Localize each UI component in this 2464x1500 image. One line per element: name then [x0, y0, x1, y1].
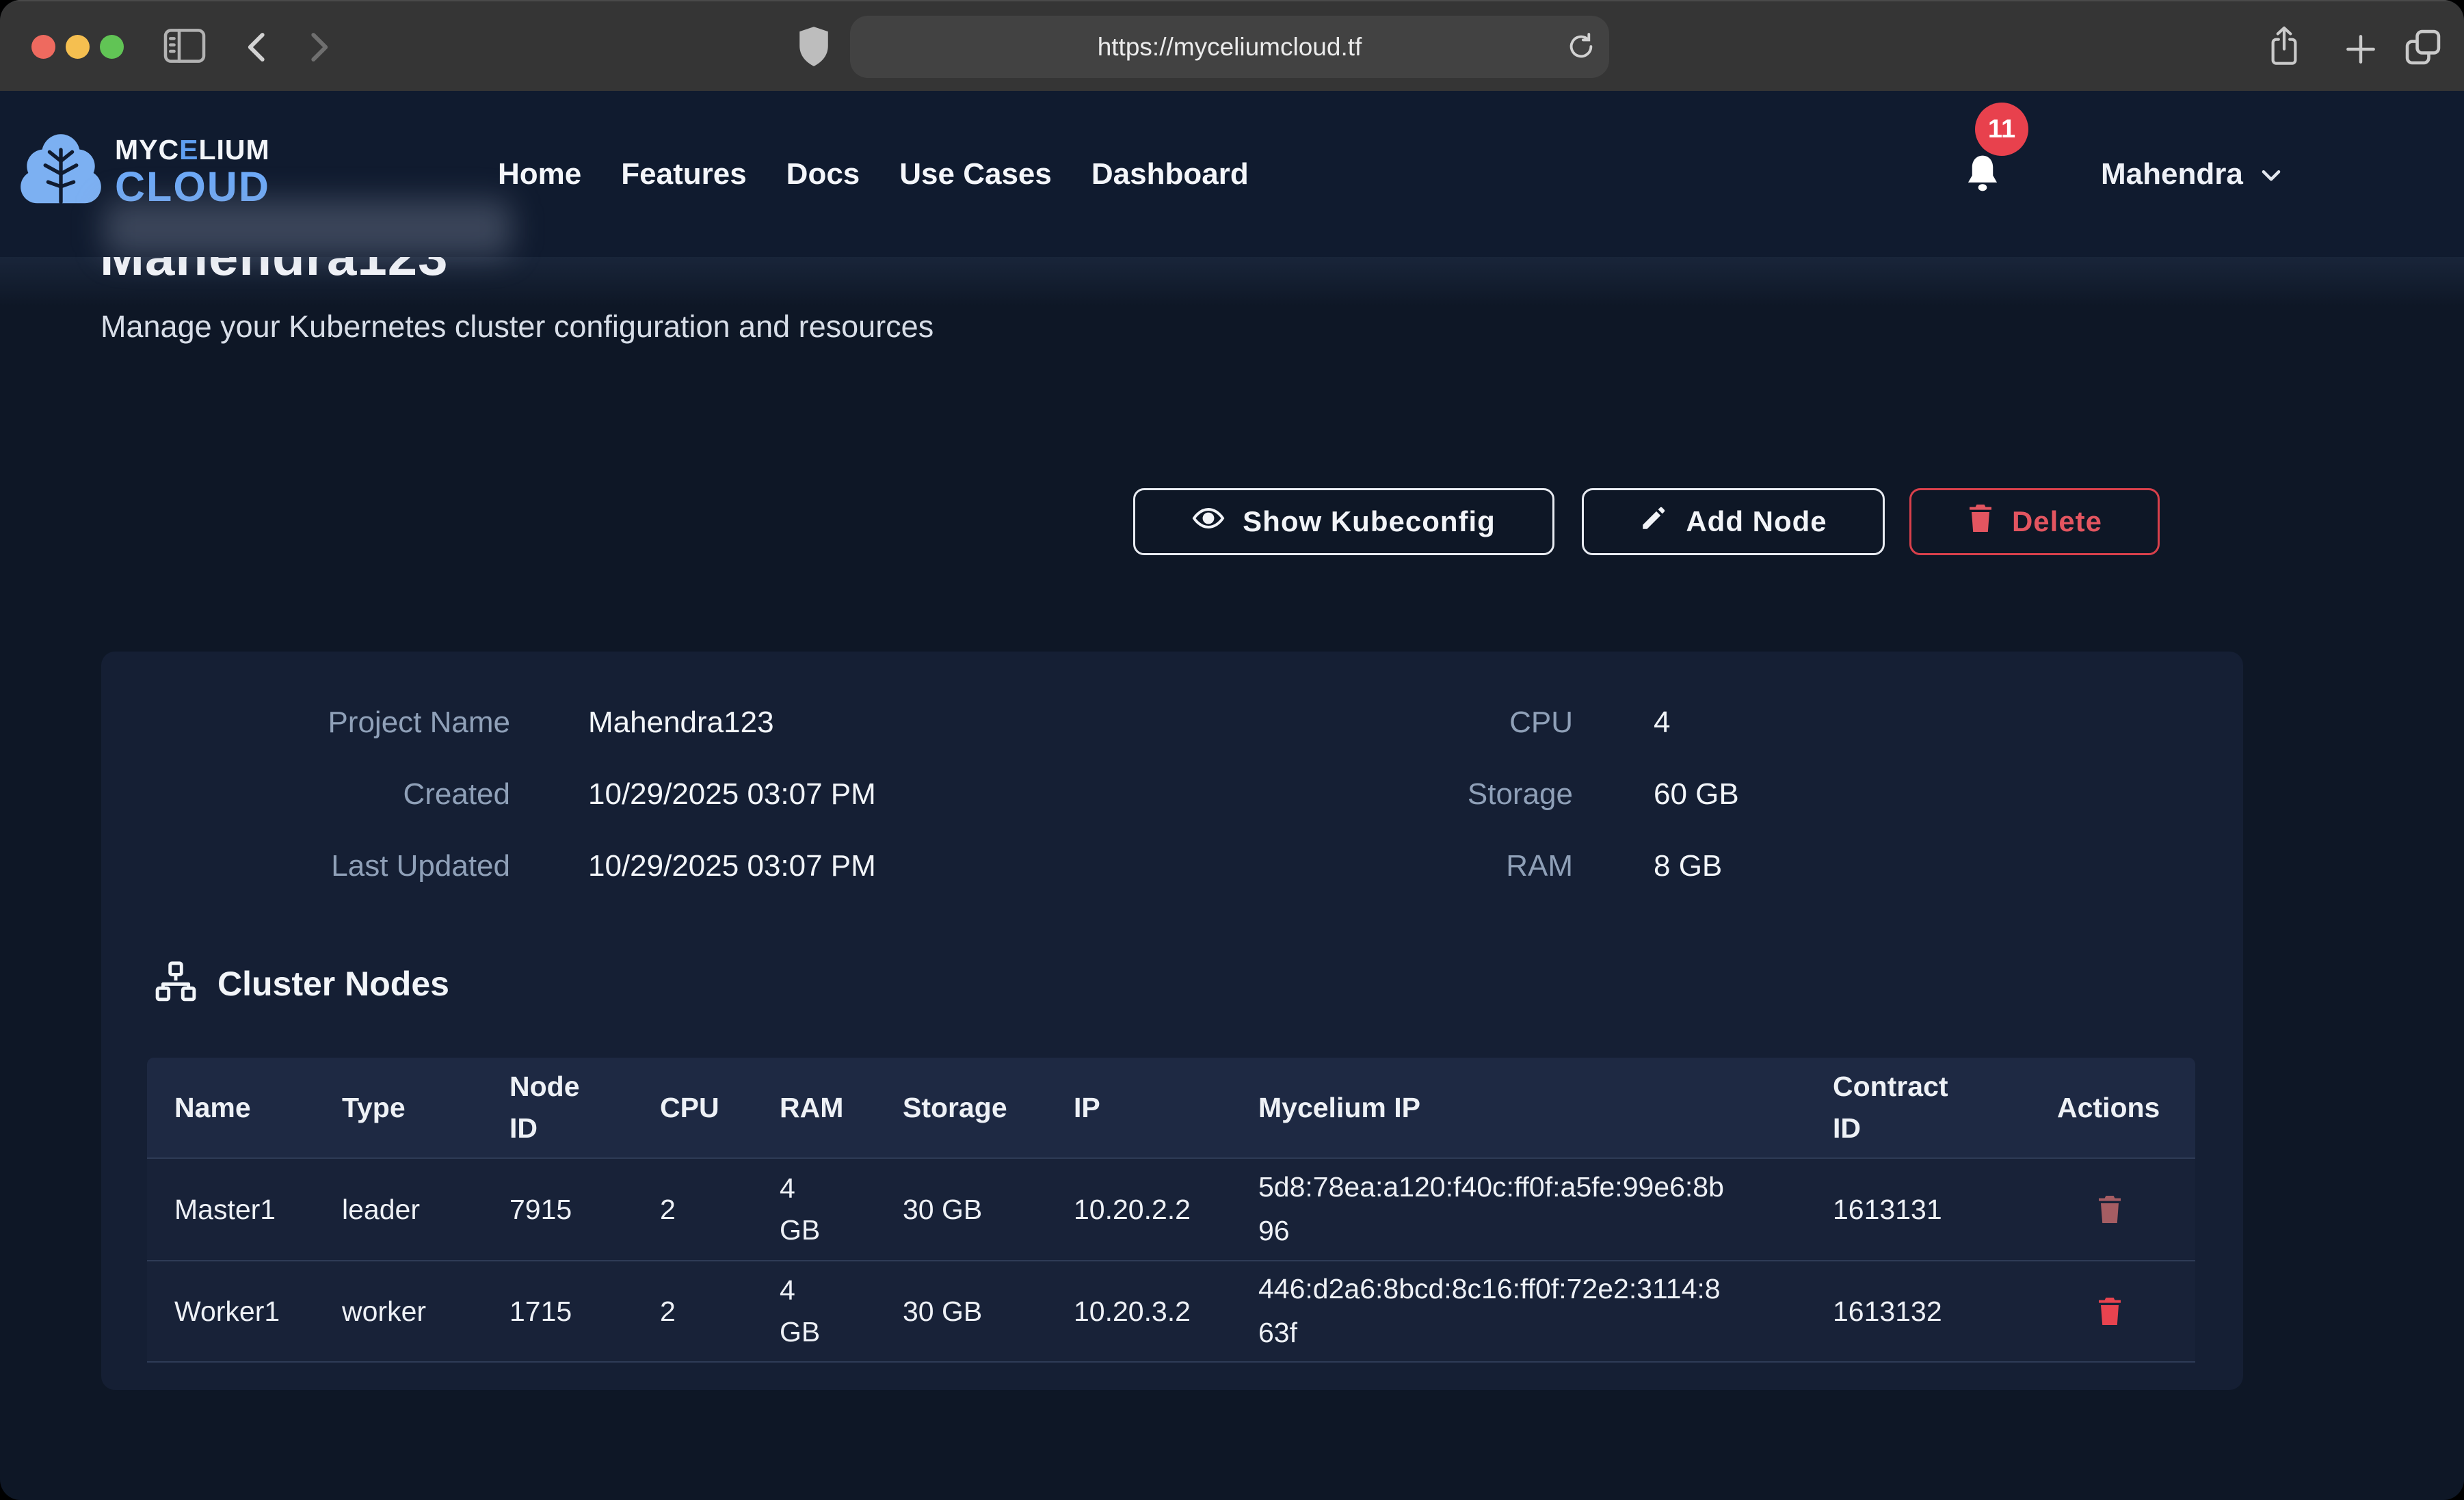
cell-mycelium-ip: 446:d2a6:8bcd:8c16:ff0f:72e2:3114:863f	[1231, 1268, 1805, 1354]
column-header-ip: IP	[1046, 1092, 1231, 1124]
cell-node-id: 7915	[482, 1194, 633, 1226]
cell-name: Worker1	[147, 1296, 315, 1328]
browser-toolbar: https://myceliumcloud.tf	[0, 0, 2464, 91]
reload-icon[interactable]	[1565, 31, 1597, 64]
logo-wordmark-line1: MYCELIUM	[115, 136, 270, 164]
sidebar-toggle-icon[interactable]	[163, 27, 207, 66]
chevron-down-icon	[2258, 162, 2284, 190]
cell-name: Master1	[147, 1194, 315, 1226]
detail-value: 10/29/2025 03:07 PM	[588, 848, 876, 885]
show-kubeconfig-button[interactable]: Show Kubeconfig	[1133, 488, 1554, 555]
table-header-row: Name Type Node ID CPU RAM Storage IP Myc…	[147, 1058, 2195, 1157]
column-header-storage: Storage	[875, 1092, 1046, 1124]
cell-actions	[2024, 1296, 2195, 1326]
detail-value: Mahendra123	[588, 705, 774, 741]
eye-icon	[1192, 502, 1225, 541]
share-icon[interactable]	[2265, 24, 2303, 70]
detail-label: Last Updated	[101, 848, 510, 885]
tab-overview-icon[interactable]	[2403, 27, 2443, 69]
cell-type: leader	[315, 1194, 482, 1226]
detail-value: 8 GB	[1654, 848, 1722, 885]
pencil-icon	[1639, 504, 1668, 539]
column-header-ram: RAM	[752, 1092, 875, 1124]
browser-window: https://myceliumcloud.tf	[0, 0, 2464, 1500]
nav-link-home[interactable]: Home	[498, 157, 581, 191]
cell-cpu: 2	[633, 1194, 752, 1226]
delete-node-button[interactable]	[2096, 1296, 2123, 1326]
delete-node-button[interactable]	[2096, 1194, 2123, 1224]
nav-link-docs[interactable]: Docs	[786, 157, 860, 191]
user-name: Mahendra	[2101, 157, 2243, 191]
notification-count-badge: 11	[1975, 103, 2028, 156]
cluster-nodes-heading: Cluster Nodes	[155, 961, 449, 1006]
cell-ip: 10.20.2.2	[1046, 1194, 1231, 1226]
cell-actions	[2024, 1194, 2195, 1224]
cell-contract-id: 1613132	[1805, 1296, 2024, 1328]
column-header-mycelium-ip: Mycelium IP	[1231, 1092, 1805, 1124]
url-bar[interactable]: https://myceliumcloud.tf	[850, 16, 1609, 78]
minimize-window-button[interactable]	[66, 35, 90, 59]
detail-label: Storage	[1216, 777, 1573, 813]
url-text: https://myceliumcloud.tf	[1098, 33, 1362, 62]
nav-link-features[interactable]: Features	[621, 157, 746, 191]
column-header-actions: Actions	[2024, 1092, 2195, 1124]
detail-label: Created	[101, 777, 510, 813]
detail-ram: RAM 8 GB	[1216, 848, 1722, 885]
new-tab-icon[interactable]	[2342, 30, 2380, 70]
nav-links: Home Features Docs Use Cases Dashboard	[498, 91, 1249, 257]
forward-icon[interactable]	[300, 29, 336, 68]
bell-icon	[1961, 152, 2004, 199]
back-icon[interactable]	[239, 29, 276, 68]
detail-value: 4	[1654, 705, 1670, 741]
column-header-name: Name	[147, 1092, 315, 1124]
detail-storage: Storage 60 GB	[1216, 777, 1739, 813]
cluster-details-panel: Project Name Mahendra123 Created 10/29/2…	[101, 652, 2243, 1390]
table-row: Worker1 worker 1715 2 4 GB 30 GB 10.20.3…	[147, 1260, 2195, 1363]
cell-ip: 10.20.3.2	[1046, 1296, 1231, 1328]
cell-mycelium-ip: 5d8:78ea:a120:f40c:ff0f:a5fe:99e6:8b96	[1231, 1166, 1805, 1253]
window-controls	[31, 35, 124, 59]
cell-storage: 30 GB	[875, 1296, 1046, 1328]
network-hierarchy-icon	[155, 961, 197, 1006]
add-node-button[interactable]: Add Node	[1582, 488, 1885, 555]
column-header-contract-id: Contract ID	[1805, 1066, 2024, 1150]
cell-ram: 4 GB	[752, 1270, 875, 1354]
detail-created: Created 10/29/2025 03:07 PM	[101, 777, 876, 813]
detail-cpu: CPU 4	[1216, 705, 1670, 741]
cell-ram: 4 GB	[752, 1168, 875, 1252]
detail-project-name: Project Name Mahendra123	[101, 705, 774, 741]
cell-node-id: 1715	[482, 1296, 633, 1328]
detail-value: 60 GB	[1654, 777, 1739, 813]
zoom-window-button[interactable]	[100, 35, 124, 59]
detail-label: Project Name	[101, 705, 510, 741]
user-menu[interactable]: Mahendra	[2101, 91, 2284, 257]
cell-type: worker	[315, 1296, 482, 1328]
detail-value: 10/29/2025 03:07 PM	[588, 777, 876, 813]
nav-link-dashboard[interactable]: Dashboard	[1091, 157, 1249, 191]
privacy-shield-icon[interactable]	[796, 26, 832, 70]
table-row: Master1 leader 7915 2 4 GB 30 GB 10.20.2…	[147, 1157, 2195, 1260]
detail-last-updated: Last Updated 10/29/2025 03:07 PM	[101, 848, 876, 885]
nav-link-use-cases[interactable]: Use Cases	[899, 157, 1052, 191]
cell-storage: 30 GB	[875, 1194, 1046, 1226]
cluster-nodes-table: Name Type Node ID CPU RAM Storage IP Myc…	[147, 1058, 2195, 1363]
column-header-node-id: Node ID	[482, 1066, 633, 1150]
cell-contract-id: 1613131	[1805, 1194, 2024, 1226]
column-header-cpu: CPU	[633, 1092, 752, 1124]
detail-label: RAM	[1216, 848, 1573, 885]
notifications-button[interactable]: 11	[1961, 103, 2064, 239]
delete-cluster-button[interactable]: Delete	[1909, 488, 2160, 555]
close-window-button[interactable]	[31, 35, 55, 59]
detail-label: CPU	[1216, 705, 1573, 741]
blurred-redaction-patch	[104, 200, 512, 257]
trash-icon	[1967, 503, 1994, 540]
cell-cpu: 2	[633, 1296, 752, 1328]
page-subtitle: Manage your Kubernetes cluster configura…	[101, 309, 933, 345]
logo-tree-icon	[18, 130, 104, 213]
column-header-type: Type	[315, 1092, 482, 1124]
